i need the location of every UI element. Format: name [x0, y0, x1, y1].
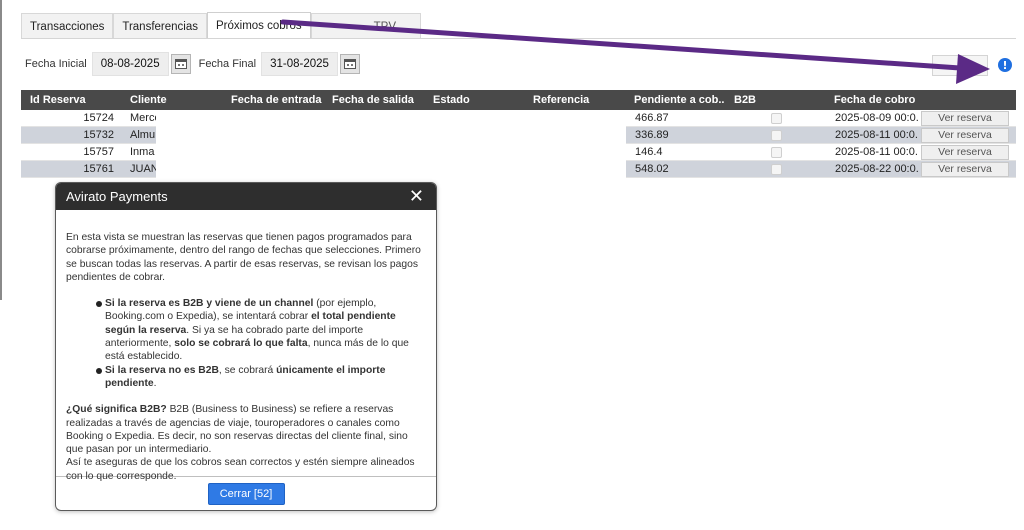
close-icon[interactable]: ✕ [409, 187, 424, 206]
charge-date: 2025-08-22 00:0... [835, 163, 919, 175]
column-header[interactable]: Referencia [524, 94, 625, 106]
b2b-checkbox[interactable] [770, 163, 782, 175]
start-date-input[interactable]: 08-08-2025 [91, 52, 169, 76]
b2b-explanation: ¿Qué significa B2B? B2B (Business to Bus… [66, 403, 424, 456]
pending-amount: 466.87 [635, 112, 669, 124]
column-header[interactable]: Id Reserva [21, 94, 121, 106]
b2b-cell [726, 146, 826, 158]
info-icon[interactable]: ! [998, 58, 1012, 72]
b2b-question: ¿Qué significa B2B? [66, 404, 167, 416]
table-row[interactable]: 15757 Inma 146.4 2025-08-11 00:0... Ver … [21, 143, 1016, 161]
table-header: Id Reserva Cliente Fecha de entrada Fech… [21, 90, 1016, 110]
calendar-icon[interactable] [170, 54, 191, 74]
tab-bar: Transacciones Transferencias Próximos co… [21, 12, 422, 39]
end-date-label: Fecha Final [198, 58, 257, 70]
charge-date: 2025-08-11 00:0... [835, 146, 919, 158]
column-header[interactable]: Fecha de salida [323, 94, 424, 106]
pending-amount: 336.89 [635, 129, 669, 141]
reservation-id: 15732 [83, 129, 114, 141]
calendar-icon[interactable] [339, 54, 360, 74]
redacted-area [156, 143, 626, 161]
tab-proximos-cobros[interactable]: Próximos cobros [207, 12, 311, 39]
client-name: JUAN [130, 163, 156, 175]
column-header[interactable]: Pendiente a cob... [625, 94, 725, 106]
b2b-cell [726, 163, 826, 175]
charge-date: 2025-08-09 00:0... [835, 112, 919, 124]
bullet-non-b2b: Si la reserva no es B2B, se cobrará únic… [96, 364, 424, 391]
left-edge [0, 0, 2, 300]
dialog-header: Avirato Payments ✕ [56, 183, 436, 210]
dialog-title: Avirato Payments [66, 189, 168, 204]
toolbar-button[interactable] [932, 55, 988, 76]
tab-transferencias[interactable]: Transferencias [113, 13, 207, 39]
bullet-text: , se cobrará [218, 364, 277, 376]
column-header[interactable]: Fecha de cobro [825, 94, 918, 106]
info-dialog: Avirato Payments ✕ En esta vista se mues… [55, 182, 437, 511]
bullet-text-bold: solo se cobrará lo que falta [174, 338, 308, 350]
redacted-area [156, 109, 626, 127]
redacted-area [156, 126, 626, 144]
b2b-checkbox[interactable] [770, 129, 782, 141]
tab-tpv[interactable]: TPV [310, 13, 422, 39]
reservations-table: Id Reserva Cliente Fecha de entrada Fech… [21, 90, 1016, 178]
b2b-cell [726, 129, 826, 141]
date-filters: Fecha Inicial 08-08-2025 Fecha Final 31-… [25, 52, 368, 76]
b2b-cell [726, 112, 826, 124]
reservation-id: 15761 [83, 163, 114, 175]
tab-transacciones[interactable]: Transacciones [21, 13, 114, 39]
view-reservation-button[interactable]: Ver reserva [921, 127, 1009, 143]
bullet-text-bold: Si la reserva es B2B y viene de un chann… [105, 298, 314, 310]
bullet-text: . [153, 377, 157, 389]
tab-underline [21, 38, 1016, 39]
table-row[interactable]: 15761 JUAN 548.02 2025-08-22 00:0... Ver… [21, 160, 1016, 178]
client-name: Almu [130, 129, 156, 141]
pending-amount: 548.02 [635, 163, 669, 175]
client-name: Inma [130, 146, 155, 158]
b2b-checkbox[interactable] [770, 112, 782, 124]
column-header[interactable]: Fecha de entrada [222, 94, 323, 106]
view-reservation-button[interactable]: Ver reserva [921, 144, 1009, 160]
b2b-checkbox[interactable] [770, 146, 782, 158]
table-row[interactable]: 15724 Merce 466.87 2025-08-09 00:0... Ve… [21, 109, 1016, 127]
client-name: Merce [130, 112, 156, 124]
column-header[interactable]: Estado [424, 94, 524, 106]
dialog-bullets: Si la reserva es B2B y viene de un chann… [66, 297, 424, 390]
pending-amount: 146.4 [635, 146, 663, 158]
column-header[interactable]: B2B [725, 94, 825, 106]
dialog-body: En esta vista se muestran las reservas q… [56, 210, 436, 482]
reservation-id: 15724 [83, 112, 114, 124]
charge-date: 2025-08-11 00:0... [835, 129, 919, 141]
view-reservation-button[interactable]: Ver reserva [921, 110, 1009, 126]
column-header[interactable]: Cliente [121, 94, 222, 106]
reservation-id: 15757 [83, 146, 114, 158]
dialog-footer: Cerrar [52] [56, 477, 436, 510]
redacted-area [156, 160, 626, 178]
bullet-text-bold: Si la reserva no es B2B [105, 364, 219, 376]
start-date-label: Fecha Inicial [25, 58, 87, 70]
bullet-b2b: Si la reserva es B2B y viene de un chann… [96, 297, 424, 363]
close-button[interactable]: Cerrar [52] [207, 483, 285, 505]
end-date-input[interactable]: 31-08-2025 [261, 52, 338, 76]
table-row[interactable]: 15732 Almu 336.89 2025-08-11 00:0... Ver… [21, 126, 1016, 144]
view-reservation-button[interactable]: Ver reserva [921, 161, 1009, 177]
dialog-intro: En esta vista se muestran las reservas q… [66, 232, 421, 283]
